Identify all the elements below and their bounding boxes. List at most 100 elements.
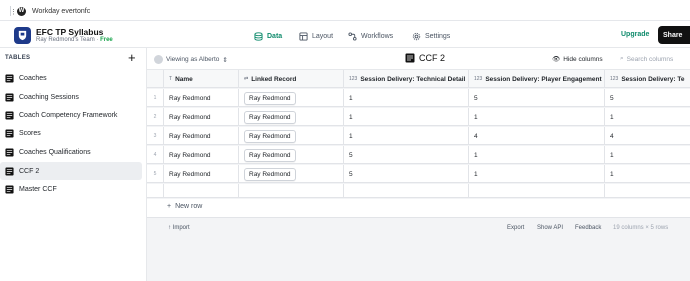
- table-row[interactable]: 4 Ray Redmond Ray Redmond 5 1 1: [147, 146, 690, 164]
- nav-tab-data[interactable]: Data: [254, 29, 282, 43]
- column-header-technical-detail[interactable]: 123 Session Delivery: Technical Detail: [343, 70, 468, 88]
- upgrade-link[interactable]: Upgrade: [621, 31, 649, 38]
- add-table-button[interactable]: +: [128, 50, 136, 65]
- app-name[interactable]: EFC TP Syllabus: [36, 27, 103, 37]
- linked-record-chip[interactable]: Ray Redmond: [244, 110, 296, 124]
- table-row[interactable]: 2 Ray Redmond Ray Redmond 1 1 1: [147, 108, 690, 126]
- te-cell[interactable]: 5: [604, 89, 690, 107]
- sidebar-item-ccf-2[interactable]: CCF 2: [0, 162, 142, 180]
- technical-detail-cell[interactable]: 1: [343, 89, 468, 107]
- te-cell[interactable]: 1: [604, 108, 690, 126]
- browser-tab-bar: ⋮⋮ W Workday evertonfc: [0, 0, 690, 21]
- te-cell[interactable]: 1: [604, 146, 690, 164]
- share-button[interactable]: Share: [658, 26, 690, 44]
- technical-detail-cell[interactable]: 1: [343, 127, 468, 145]
- table-icon: [5, 110, 14, 120]
- table-icon: [5, 166, 14, 176]
- browser-tab[interactable]: W Workday evertonfc: [0, 2, 684, 20]
- linked-record-cell[interactable]: Ray Redmond: [238, 165, 343, 183]
- name-cell[interactable]: Ray Redmond: [163, 146, 238, 164]
- viewing-as-dropdown[interactable]: Viewing as Alberto ⇕: [154, 55, 228, 64]
- sidebar-item-coaches[interactable]: Coaches: [0, 69, 142, 87]
- hide-columns-label: Hide columns: [563, 55, 603, 63]
- linked-record-cell[interactable]: Ray Redmond: [238, 127, 343, 145]
- gear-icon: [412, 32, 421, 40]
- name-cell[interactable]: Ray Redmond: [163, 108, 238, 126]
- name-cell[interactable]: Ray Redmond: [163, 89, 238, 107]
- export-button[interactable]: Export: [507, 225, 524, 231]
- new-row-button[interactable]: + New row: [147, 199, 690, 218]
- search-icon: ⌕: [620, 55, 624, 62]
- table-icon: [5, 128, 14, 138]
- sidebar-item-master-ccf[interactable]: Master CCF: [0, 180, 142, 198]
- column-header-linked-record[interactable]: ⇄ Linked Record: [238, 70, 343, 88]
- row-number: 1: [153, 95, 157, 101]
- column-header-te[interactable]: 123 Session Delivery: Te: [604, 70, 690, 88]
- sidebar-item-label: Coaching Sessions: [19, 93, 79, 101]
- linked-record-chip[interactable]: Ray Redmond: [244, 129, 296, 143]
- show-api-button[interactable]: Show API: [537, 225, 563, 231]
- nav-tab-workflows[interactable]: Workflows: [348, 29, 393, 43]
- name-cell[interactable]: Ray Redmond: [163, 165, 238, 183]
- column-header-label: Linked Record: [251, 75, 297, 83]
- number-type-icon: 123: [349, 76, 358, 82]
- column-header-label: Session Delivery: Player Engagement: [485, 75, 602, 83]
- sidebar-item-scores[interactable]: Scores: [0, 124, 142, 142]
- linked-record-cell[interactable]: Ray Redmond: [238, 89, 343, 107]
- player-engagement-cell[interactable]: 1: [468, 165, 604, 183]
- tables-header: TABLES: [5, 55, 31, 61]
- player-engagement-cell[interactable]: 4: [468, 127, 604, 145]
- search-columns-placeholder: Search columns: [626, 55, 674, 63]
- table-icon: [5, 184, 14, 194]
- player-engagement-cell[interactable]: 1: [468, 146, 604, 164]
- linked-record-cell[interactable]: Ray Redmond: [238, 146, 343, 164]
- tab-divider: [10, 6, 11, 16]
- column-header-name[interactable]: T Name: [163, 70, 238, 88]
- text-type-icon: T: [169, 76, 173, 82]
- plus-icon: +: [167, 203, 172, 210]
- link-type-icon: ⇄: [244, 76, 249, 82]
- row-number: 3: [153, 133, 157, 139]
- nav-tab-layout[interactable]: Layout: [299, 29, 333, 43]
- sidebar-item-label: Master CCF: [19, 185, 57, 193]
- app-logo-icon[interactable]: [14, 27, 31, 44]
- table-icon: [5, 92, 14, 102]
- player-engagement-cell[interactable]: 5: [468, 89, 604, 107]
- technical-detail-cell[interactable]: 5: [343, 146, 468, 164]
- import-button[interactable]: ↑ Import: [168, 225, 190, 231]
- technical-detail-cell[interactable]: 5: [343, 165, 468, 183]
- technical-detail-cell[interactable]: 1: [343, 108, 468, 126]
- tables-sidebar: TABLES + Coaches Coaching Sessions Coach…: [0, 48, 147, 281]
- nav-tab-settings[interactable]: Settings: [412, 29, 450, 43]
- feedback-button[interactable]: Feedback: [575, 225, 601, 231]
- sidebar-item-label: Coach Competency Framework: [19, 111, 118, 119]
- number-type-icon: 123: [610, 76, 619, 82]
- linked-record-chip[interactable]: Ray Redmond: [244, 167, 296, 181]
- linked-record-cell[interactable]: Ray Redmond: [238, 108, 343, 126]
- column-header-player-engagement[interactable]: 123 Session Delivery: Player Engagement: [468, 70, 604, 88]
- table-row[interactable]: 1 Ray Redmond Ray Redmond 1 5 5: [147, 89, 690, 107]
- linked-record-chip[interactable]: Ray Redmond: [244, 148, 296, 162]
- table-icon: [5, 73, 14, 83]
- table-row[interactable]: 5 Ray Redmond Ray Redmond 5 1 1: [147, 165, 690, 183]
- nav-tab-data-label: Data: [267, 32, 283, 40]
- sidebar-item-coaching-sessions[interactable]: Coaching Sessions: [0, 88, 142, 106]
- eye-icon: 👁: [552, 56, 561, 63]
- database-icon: [254, 31, 263, 41]
- plan-badge: Free: [100, 37, 113, 43]
- player-engagement-cell[interactable]: 1: [468, 108, 604, 126]
- row-number: 4: [153, 152, 157, 158]
- hide-columns-button[interactable]: 👁 Hide columns: [552, 55, 603, 64]
- sidebar-item-coaches-qualifications[interactable]: Coaches Qualifications: [0, 143, 142, 161]
- user-avatar-icon: [154, 55, 163, 64]
- search-columns-input[interactable]: ⌕ Search columns: [620, 55, 673, 63]
- te-cell[interactable]: 1: [604, 165, 690, 183]
- te-cell[interactable]: 4: [604, 127, 690, 145]
- column-header-label: Session Delivery: Te: [621, 75, 685, 83]
- table-row[interactable]: 3 Ray Redmond Ray Redmond 1 4 4: [147, 127, 690, 145]
- linked-record-chip[interactable]: Ray Redmond: [244, 91, 296, 105]
- empty-cell: [468, 184, 604, 198]
- sidebar-item-coach-competency-framework[interactable]: Coach Competency Framework: [0, 106, 142, 124]
- name-cell[interactable]: Ray Redmond: [163, 127, 238, 145]
- nav-tab-settings-label: Settings: [425, 32, 451, 40]
